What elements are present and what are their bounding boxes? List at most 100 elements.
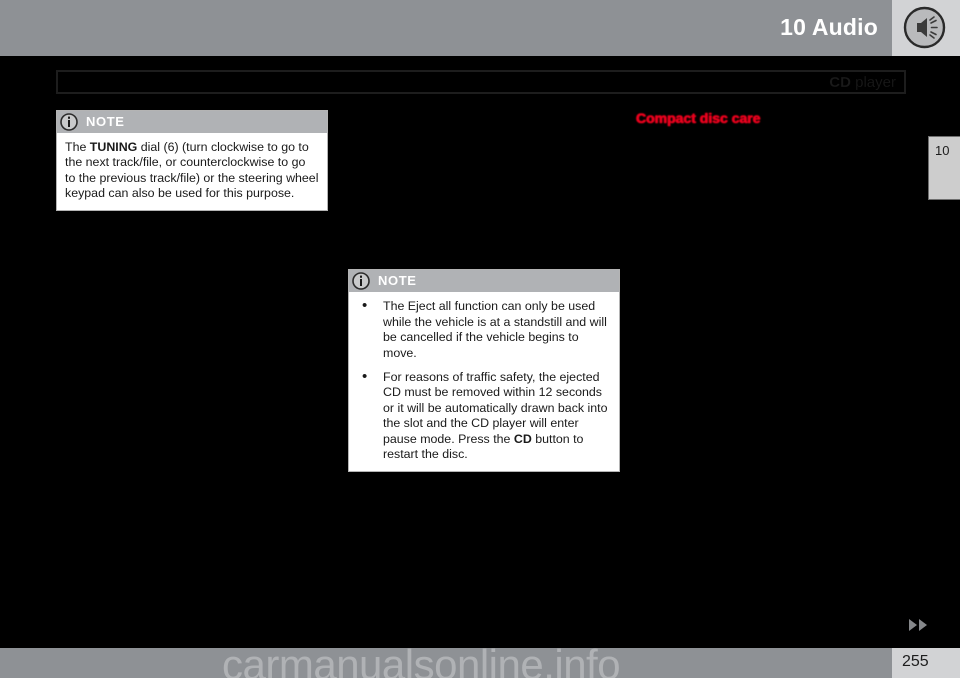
list-item: – Press and hold down the left or right … — [56, 244, 328, 345]
scan-body: This function plays the first 10 seconds… — [348, 127, 610, 155]
page-header-band: 10 Audio — [0, 0, 892, 56]
list-item-text: Volvo does not recommend the use of plas… — [666, 495, 876, 523]
list-item-text: Press SCAN. — [378, 165, 449, 179]
section-title-bar: CD player — [56, 70, 906, 94]
list-item-text: Keep the discs clean. Wipe them with a s… — [666, 324, 904, 396]
step-marker: 1. — [56, 444, 66, 458]
list-item-text: Press EXIT or SCAN to stop the scan func… — [378, 189, 601, 217]
heading-activating-random: Activating/deactivating the random funct… — [56, 410, 318, 425]
list-item: • For reasons of traffic safety, the eje… — [357, 368, 611, 462]
bullet-marker: • — [640, 325, 645, 339]
section-title-bold: CD — [829, 74, 851, 91]
right-column: Compact disc care Keep the following in … — [636, 110, 908, 630]
note-label: NOTE — [86, 114, 125, 129]
page-footer-band — [0, 648, 892, 678]
step-marker: 3. — [56, 556, 66, 570]
list-item: – Press SCAN. — [348, 166, 620, 180]
note-header: NOTE — [57, 111, 327, 133]
heading-compact-disc-care: Compact disc care — [636, 110, 761, 126]
bullet-marker: • — [640, 458, 645, 472]
fast-forward-list: – Press and hold down the left or right … — [56, 244, 328, 345]
compact-disc-care-intro: Keep the following in mind when playing/… — [636, 129, 905, 157]
step-text: Select Random and press ENTER. — [86, 468, 274, 482]
list-item: • The Eject all function can only be use… — [357, 297, 611, 361]
bullet-marker: • — [640, 496, 645, 510]
list-item: 2. Select Random and press ENTER. — [56, 533, 328, 547]
note-text-bold: TUNING — [89, 140, 138, 154]
random-play-body: This function plays the tracks/files on … — [56, 371, 307, 399]
normal-cd-steps: 1. Press MENU followed by ENTER. 2. Sele… — [56, 445, 328, 483]
list-item: • Keep the discs clean. Wipe them with a… — [636, 324, 908, 396]
step-text: Press MENU followed by ENTER. — [86, 444, 268, 458]
list-item: • Never use cleaning spray or antistatic… — [636, 406, 908, 449]
page-number-container: 255 — [892, 648, 960, 678]
chapter-tab-marker: 10 — [928, 136, 960, 200]
step-text: Press MENU followed by ENTER. — [86, 509, 268, 523]
note-box-eject: NOTE • The Eject all function can only b… — [348, 269, 620, 472]
bullet-marker: • — [362, 297, 368, 315]
note-box-tuning: NOTE The TUNING dial (6) (turn clockwise… — [56, 110, 328, 211]
subhead-audio-files-cd: If a CD with audio files is being played… — [56, 492, 271, 506]
header-icon-container — [892, 0, 960, 56]
note-label: NOTE — [378, 273, 417, 289]
section-title-rest: player — [850, 74, 896, 91]
bullet-marker: • — [640, 406, 645, 420]
bullet-marker: • — [640, 168, 645, 182]
heading-random-play: Random play — [56, 354, 135, 369]
note-bullet-list: • The Eject all function can only be use… — [357, 297, 611, 462]
list-item: 3. Select Disc or Folder and press ENTER… — [56, 557, 328, 571]
heading-scan: Scan — [348, 110, 378, 124]
step-text: Select Random and press ENTER. — [86, 533, 274, 547]
list-item-text: Use discs of the correct size only (3.5"… — [666, 457, 879, 486]
middle-column: Scan This function plays the first 10 se… — [348, 110, 620, 488]
list-item: • CDR discs can cause listening problems… — [636, 206, 908, 249]
page-number: 255 — [902, 653, 929, 670]
list-item: • Do not put tape or labels on the disc … — [636, 168, 908, 197]
bullet-marker: • — [640, 258, 645, 272]
note-body: The TUNING dial (6) (turn clockwise to g… — [57, 133, 327, 210]
list-item: 1. Press MENU followed by ENTER. — [56, 445, 328, 459]
audio-files-steps: 1. Press MENU followed by ENTER. 2. Sele… — [56, 510, 328, 571]
list-item-text: CDR discs can cause listening problems d… — [666, 205, 895, 248]
note-text-pre: The — [65, 140, 90, 154]
note-body: • The Eject all function can only be use… — [349, 292, 619, 470]
list-item-text: The Eject all function can only be used … — [383, 299, 607, 360]
list-item-text: Condensation may occur on disc/optical c… — [666, 533, 907, 619]
compact-disc-care-list: • Do not put tape or labels on the disc … — [636, 168, 908, 620]
list-item-text: Do not put tape or labels on the disc it… — [666, 167, 900, 196]
bullet-marker: • — [640, 534, 645, 548]
bullet-marker: • — [640, 206, 645, 220]
list-item: 1. Press MENU followed by ENTER. — [56, 510, 328, 524]
left-column: NOTE The TUNING dial (6) (turn clockwise… — [56, 110, 328, 581]
list-item: • Use discs of the correct size only (3.… — [636, 458, 908, 487]
chapter-title: 10 Audio — [780, 14, 878, 40]
dash-marker: – — [348, 165, 355, 179]
dash-marker: – — [348, 189, 355, 203]
step-marker: 2. — [56, 533, 66, 547]
list-item: • Condensation may occur on disc/optical… — [636, 533, 908, 619]
chapter-tab-number: 10 — [935, 143, 950, 158]
note-header: NOTE — [349, 270, 619, 293]
list-item-text-bold: CD — [513, 431, 532, 446]
list-item-text: DualDisc: The audio side of a DualDisc (… — [666, 257, 884, 315]
double-chevron-right-icon — [909, 619, 927, 631]
step-text: Select Disc or Folder and press ENTER. — [86, 556, 306, 570]
step-marker: 2. — [56, 468, 66, 482]
cd-eject-body: Press the eject button (3) to eject the … — [348, 245, 581, 259]
list-item-text: Press and hold down the left or right ar… — [86, 243, 324, 344]
bullet-marker: • — [362, 368, 368, 386]
list-item: 2. Select Random and press ENTER. — [56, 468, 328, 482]
section-title: CD player — [829, 74, 896, 91]
list-item-text: Never use cleaning spray or antistatic l… — [666, 405, 902, 448]
list-item: • DualDisc: The audio side of a DualDisc… — [636, 258, 908, 316]
dash-marker: – — [56, 243, 63, 257]
list-item: – Press EXIT or SCAN to stop the scan fu… — [348, 189, 620, 218]
info-circle-icon — [352, 272, 370, 291]
speaker-audio-icon — [903, 6, 946, 49]
scan-list: – Press SCAN. – Press EXIT or SCAN to st… — [348, 166, 620, 218]
info-circle-icon — [60, 113, 78, 131]
heading-cd-eject: CD eject — [348, 228, 399, 243]
note-text: The TUNING dial (6) (turn clockwise to g… — [65, 140, 319, 202]
subhead-normal-cd: If a normal CD is being played: — [56, 427, 226, 441]
list-item: • Volvo does not recommend the use of pl… — [636, 496, 908, 525]
